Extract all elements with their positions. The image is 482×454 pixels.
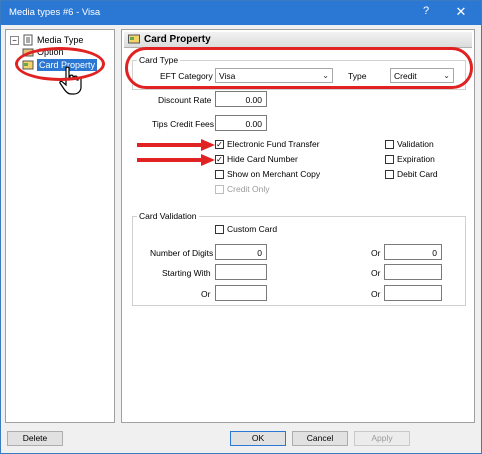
- ok-button[interactable]: OK: [230, 431, 286, 446]
- collapse-icon[interactable]: −: [10, 35, 19, 45]
- discount-rate-label: Discount Rate: [158, 95, 212, 105]
- electronic-fund-transfer-checkbox[interactable]: ✓ Electronic Fund Transfer: [215, 139, 320, 149]
- close-button[interactable]: ✕: [453, 4, 469, 20]
- checkbox-unchecked-icon: [215, 224, 224, 234]
- debit-card-checkbox[interactable]: Debit Card: [385, 169, 438, 179]
- or-starting-input[interactable]: [384, 264, 442, 280]
- arrow-electronic-fund-transfer-icon: [137, 139, 215, 151]
- credit-only-checkbox[interactable]: Credit Only: [215, 184, 270, 194]
- or-right-input[interactable]: [384, 285, 442, 301]
- tips-credit-fees-label: Tips Credit Fees: [152, 119, 215, 129]
- or-label: Or: [201, 289, 211, 299]
- hide-card-number-checkbox[interactable]: ✓ Hide Card Number: [215, 154, 298, 164]
- validation-label: Validation: [397, 139, 434, 149]
- or-left-input[interactable]: [215, 285, 267, 301]
- dialog-window: Media types #6 - Visa ? ✕ − Media Type O…: [0, 0, 482, 454]
- discount-rate-input[interactable]: 0.00: [215, 91, 267, 107]
- tree-item-media-type[interactable]: − Media Type: [10, 34, 83, 46]
- checkbox-unchecked-icon: [215, 169, 224, 179]
- highlight-card-property: [15, 47, 105, 81]
- panel-title: Card Property: [144, 34, 211, 45]
- help-button[interactable]: ?: [419, 5, 433, 17]
- apply-button[interactable]: Apply: [354, 431, 410, 446]
- or-digits-input[interactable]: 0: [384, 244, 442, 260]
- checkbox-unchecked-icon: [385, 154, 394, 164]
- credit-only-label: Credit Only: [227, 184, 270, 194]
- checkbox-unchecked-icon: [385, 169, 394, 179]
- starting-with-input[interactable]: [215, 264, 267, 280]
- title-bar: Media types #6 - Visa ? ✕: [1, 1, 481, 25]
- show-on-merchant-copy-checkbox[interactable]: Show on Merchant Copy: [215, 169, 320, 179]
- electronic-fund-transfer-label: Electronic Fund Transfer: [227, 139, 320, 149]
- delete-button[interactable]: Delete: [7, 431, 63, 446]
- document-icon: [22, 34, 34, 46]
- highlight-card-type: [125, 47, 473, 89]
- or-label: Or: [371, 289, 381, 299]
- window-title: Media types #6 - Visa: [9, 7, 101, 18]
- or-label: Or: [371, 268, 381, 278]
- cancel-button[interactable]: Cancel: [292, 431, 348, 446]
- expiration-label: Expiration: [397, 154, 435, 164]
- hide-card-number-label: Hide Card Number: [227, 154, 298, 164]
- panel-header: Card Property: [124, 32, 472, 48]
- checkbox-unchecked-icon: [215, 184, 224, 194]
- debit-card-label: Debit Card: [397, 169, 438, 179]
- card-property-header-icon: [128, 34, 140, 45]
- tree-item-label: Media Type: [37, 35, 84, 45]
- validation-checkbox[interactable]: Validation: [385, 139, 434, 149]
- custom-card-checkbox[interactable]: Custom Card: [215, 224, 277, 234]
- arrow-hide-card-number-icon: [137, 154, 215, 166]
- card-validation-group-label: Card Validation: [137, 211, 199, 221]
- number-of-digits-input[interactable]: 0: [215, 244, 267, 260]
- expiration-checkbox[interactable]: Expiration: [385, 154, 435, 164]
- custom-card-label: Custom Card: [227, 224, 278, 234]
- tips-credit-fees-input[interactable]: 0.00: [215, 115, 267, 131]
- checkbox-unchecked-icon: [385, 139, 394, 149]
- number-of-digits-label: Number of Digits: [150, 248, 214, 258]
- navigation-tree: − Media Type Option Card Property: [5, 29, 115, 423]
- starting-with-label: Starting With: [162, 268, 211, 278]
- or-label: Or: [371, 248, 381, 258]
- show-on-merchant-copy-label: Show on Merchant Copy: [227, 169, 321, 179]
